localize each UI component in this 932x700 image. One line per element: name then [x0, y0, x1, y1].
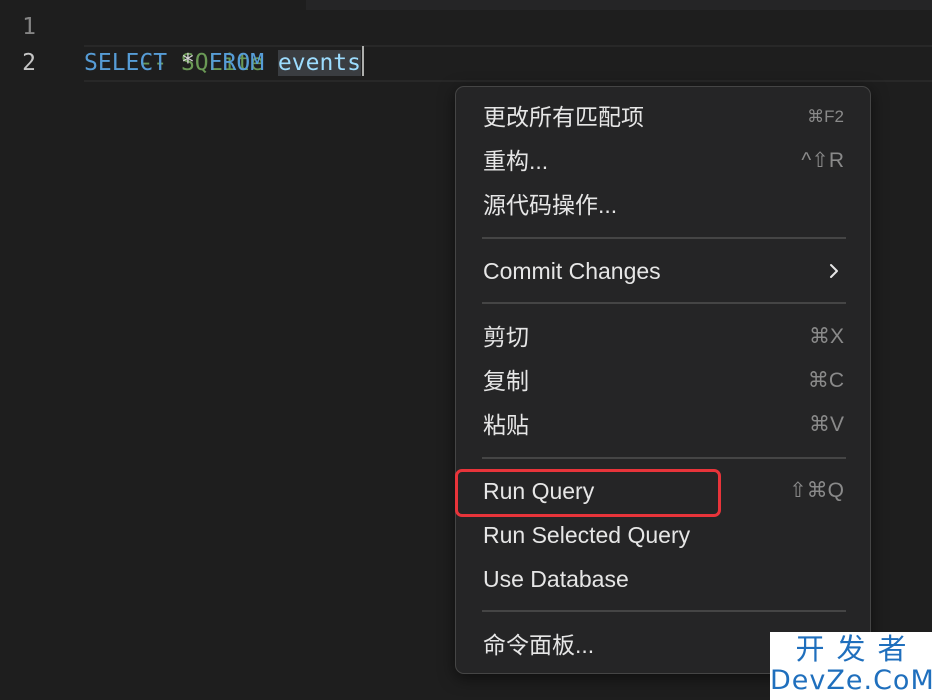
menu-item-label: 重构...: [483, 148, 549, 174]
menu-item-shortcut: ⌘C: [807, 369, 844, 392]
text-cursor: [362, 46, 365, 76]
menu-item-shortcut: ⌘V: [808, 413, 844, 436]
menu-item-label: Run Selected Query: [483, 522, 691, 548]
menu-item-commit-changes[interactable]: Commit Changes: [456, 251, 870, 291]
menu-separator: [482, 302, 846, 304]
menu-item-source-action[interactable]: 源代码操作...: [456, 185, 870, 225]
menu-item-label: 剪切: [483, 324, 529, 350]
sql-table-name: events: [277, 50, 362, 76]
menu-item-shortcut: ⌘F2: [807, 107, 844, 126]
menu-item-label: 命令面板...: [483, 632, 595, 658]
menu-item-refactor[interactable]: 重构... ^⇧R: [456, 141, 870, 181]
menu-item-label: Use Database: [483, 566, 629, 592]
menu-item-label: 更改所有匹配项: [483, 104, 644, 130]
menu-item-label: 源代码操作...: [483, 192, 618, 218]
chevron-right-icon: [830, 264, 838, 278]
menu-item-label: Commit Changes: [483, 258, 661, 284]
menu-item-cut[interactable]: 剪切 ⌘X: [456, 317, 870, 357]
line-number: 1: [22, 14, 36, 40]
menu-item-paste[interactable]: 粘贴 ⌘V: [456, 405, 870, 445]
menu-item-run-query[interactable]: Run Query ⇧⌘Q: [456, 471, 870, 511]
menu-item-label: 复制: [483, 368, 529, 394]
code-line-2[interactable]: SELECT * FROM events: [84, 45, 365, 81]
sql-keyword-select: SELECT: [84, 50, 168, 76]
line-number: 2: [22, 50, 36, 76]
sql-keyword-from: FROM: [208, 50, 265, 76]
menu-item-use-database[interactable]: Use Database: [456, 559, 870, 599]
watermark-domain: DevZe.CoM: [770, 665, 932, 696]
menu-item-shortcut: ⌘X: [808, 325, 844, 348]
menu-item-label: 粘贴: [483, 412, 529, 438]
menu-item-label: Run Query: [483, 478, 595, 504]
menu-separator: [482, 610, 846, 612]
watermark-logo: 开发者 DevZe.CoM: [770, 632, 932, 700]
context-menu: 更改所有匹配项 ⌘F2 重构... ^⇧R 源代码操作... Commit Ch…: [455, 86, 871, 674]
menu-separator: [482, 457, 846, 459]
menu-item-shortcut: ⇧⌘Q: [789, 479, 844, 502]
menu-item-shortcut: ^⇧R: [801, 149, 844, 172]
sql-operator: *: [180, 50, 195, 76]
menu-separator: [482, 237, 846, 239]
menu-item-run-selected-query[interactable]: Run Selected Query: [456, 515, 870, 555]
editor-top-strip: [306, 0, 932, 10]
menu-item-copy[interactable]: 复制 ⌘C: [456, 361, 870, 401]
watermark-text: 开发者: [795, 632, 919, 666]
menu-item-change-all-occurrences[interactable]: 更改所有匹配项 ⌘F2: [456, 97, 870, 137]
code-editor[interactable]: 1 2 -- SQLite SELECT * FROM events 更改所有匹…: [0, 0, 932, 700]
